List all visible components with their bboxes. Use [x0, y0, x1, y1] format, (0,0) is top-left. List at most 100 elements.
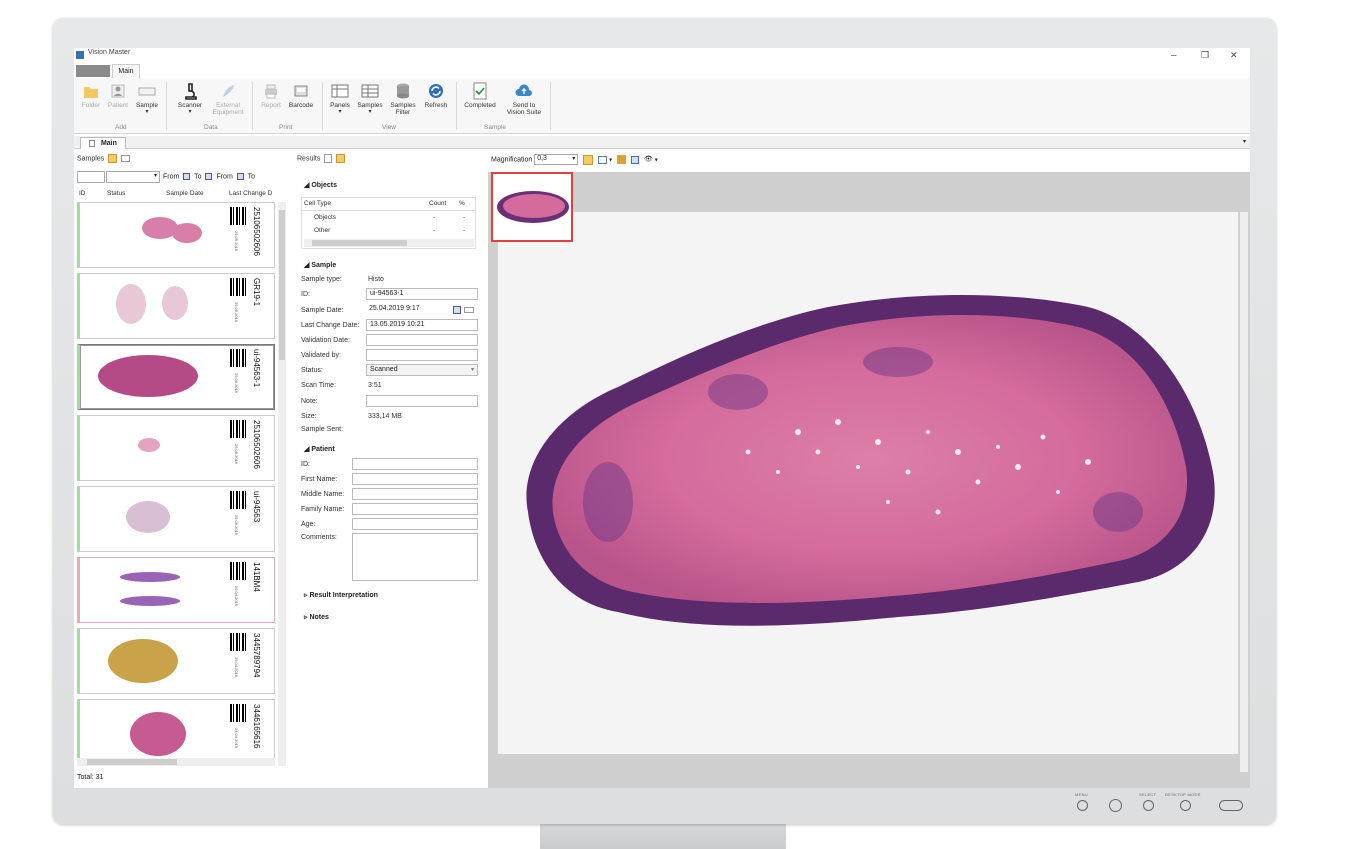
chevron-down-icon[interactable]: ▾ — [655, 157, 658, 163]
sample-label: Sample — [135, 102, 159, 109]
eye-icon[interactable]: 👁 — [644, 155, 653, 163]
external-equipment-button[interactable]: External Equipment — [208, 82, 248, 116]
region-tool-icon[interactable] — [598, 155, 608, 164]
column-sample-date[interactable]: Sample Date — [166, 190, 204, 197]
slide-thumbnail-navigator[interactable] — [491, 172, 573, 242]
restore-button[interactable]: ❐ — [1201, 50, 1209, 61]
list-view-icon[interactable] — [336, 154, 346, 163]
file-menu-tab[interactable] — [76, 65, 110, 77]
bezel-select-label: SELECT — [1139, 792, 1157, 797]
filter-icon[interactable] — [108, 154, 118, 163]
send-to-vision-suite-label: Send to Vision Suite — [506, 102, 542, 116]
first-name-field[interactable] — [352, 473, 478, 485]
middle-name-field[interactable] — [352, 488, 478, 500]
objects-section-toggle[interactable]: ◢ Objects — [304, 181, 337, 189]
calendar-icon[interactable] — [205, 173, 213, 180]
scrollbar-thumb[interactable] — [279, 210, 285, 360]
note-field[interactable] — [366, 395, 478, 407]
slide-viewport[interactable] — [488, 172, 1250, 788]
comments-field[interactable] — [352, 533, 478, 581]
sample-card[interactable]: ui-94563 25.05.2019 — [77, 486, 275, 552]
chevron-down-icon[interactable]: ▾ — [609, 157, 612, 163]
tab-main-document[interactable]: Main — [80, 137, 126, 149]
grid-col-percent[interactable]: % — [459, 200, 465, 207]
report-view-icon[interactable] — [324, 154, 333, 163]
qr-code-icon — [230, 562, 248, 580]
title-bar: Vision Master – ❐ ✕ — [74, 48, 1250, 64]
completed-button[interactable]: Completed — [460, 82, 500, 109]
patient-button[interactable]: Patient — [104, 82, 132, 109]
sample-card[interactable]: ui-94563-1 25.05.2019 — [77, 344, 275, 410]
sample-list-hscrollbar[interactable] — [77, 758, 275, 766]
sample-card[interactable]: 141BM4 25.04.2019 — [77, 557, 275, 623]
samples-view-button[interactable]: Samples ▾ — [354, 82, 386, 116]
barcode-button[interactable]: Barcode — [286, 82, 316, 109]
validated-by-field[interactable] — [366, 349, 478, 361]
close-button[interactable]: ✕ — [1230, 50, 1238, 61]
grid-row-other[interactable]: Other — [314, 227, 330, 234]
column-status[interactable]: Status — [107, 190, 125, 197]
sample-card[interactable]: 25106502606 25.05.2019 — [77, 202, 275, 268]
refresh-button[interactable]: Refresh — [422, 82, 450, 109]
send-to-vision-suite-button[interactable]: Send to Vision Suite — [502, 82, 546, 116]
status-select[interactable]: Scanned ▾ — [366, 364, 478, 376]
slide-canvas[interactable] — [498, 212, 1238, 754]
validation-date-field[interactable] — [366, 334, 478, 346]
clear-date-icon[interactable] — [464, 307, 474, 313]
magnification-select[interactable]: 0,3 ▾ — [534, 154, 579, 165]
patient-id-field[interactable] — [352, 458, 478, 470]
grid-col-count[interactable]: Count — [429, 200, 446, 207]
viewer-scrollbar[interactable] — [1240, 212, 1248, 772]
result-interpretation-toggle[interactable]: ▹ Result Interpretation — [304, 591, 378, 599]
sample-thumbnail — [138, 438, 160, 452]
calendar-icon[interactable] — [453, 306, 461, 314]
list-view-icon[interactable] — [121, 155, 131, 162]
samples-filter-button[interactable]: Samples Filter — [386, 82, 420, 116]
first-name-label: First Name: — [301, 476, 338, 483]
id-field[interactable]: ui-94563-1 — [366, 288, 478, 300]
age-field[interactable] — [352, 518, 478, 530]
snapshot-icon[interactable] — [630, 155, 639, 164]
calendar-icon[interactable] — [183, 173, 191, 180]
sample-section-title: Sample — [311, 262, 337, 269]
bezel-button-1[interactable] — [1077, 800, 1088, 811]
tabs-dropdown-icon[interactable]: ▾ — [1243, 138, 1246, 145]
grid-col-cell-type[interactable]: Cell Type — [304, 200, 331, 207]
sample-card[interactable]: GR19-1 25.05.2019 — [77, 273, 275, 339]
hscrollbar-thumb[interactable] — [87, 759, 177, 765]
sample-card[interactable]: 25106502606 25.05.2019 — [77, 415, 275, 481]
status-filter-select[interactable]: ▾ — [106, 171, 160, 183]
panels-button[interactable]: Panels ▾ — [326, 82, 354, 116]
sample-card[interactable]: 3446165616 24.04.2019 — [77, 699, 275, 765]
grid-hscrollbar[interactable] — [304, 239, 474, 247]
group-sample-label: Sample — [484, 124, 507, 131]
last-change-field[interactable]: 13.05.2019 10:21 — [366, 319, 478, 331]
scan-time-value: 3:51 — [368, 382, 382, 389]
id-filter-input[interactable] — [77, 171, 105, 183]
patient-section-toggle[interactable]: ◢ Patient — [304, 445, 335, 453]
column-id[interactable]: ID — [79, 190, 86, 197]
column-last-change[interactable]: Last Change D — [229, 190, 272, 197]
tab-main[interactable]: Main — [112, 64, 140, 78]
power-button[interactable] — [1219, 800, 1243, 811]
sample-button[interactable]: Sample ▾ — [132, 82, 162, 116]
family-name-label: Family Name: — [301, 506, 345, 513]
group-add-label: Add — [115, 124, 127, 131]
folder-button[interactable]: Folder — [78, 82, 104, 109]
bezel-button-2[interactable] — [1109, 799, 1122, 812]
pan-tool-icon[interactable] — [583, 154, 594, 165]
bezel-button-4[interactable] — [1180, 800, 1191, 811]
grid-row-objects[interactable]: Objects — [314, 214, 336, 221]
sample-list-scrollbar[interactable] — [278, 202, 286, 766]
annotation-tool-icon[interactable] — [617, 155, 627, 164]
sample-section-toggle[interactable]: ◢ Sample — [304, 261, 336, 269]
report-button[interactable]: Report — [256, 82, 286, 109]
family-name-field[interactable] — [352, 503, 478, 515]
bezel-button-3[interactable] — [1143, 800, 1154, 811]
refresh-icon — [429, 84, 443, 98]
scanner-button[interactable]: Scanner ▾ — [172, 82, 208, 116]
sample-card[interactable]: 3445789794 25.04.2019 — [77, 628, 275, 694]
calendar-icon[interactable] — [236, 173, 244, 180]
notes-toggle[interactable]: ▹ Notes — [304, 613, 329, 621]
minimize-button[interactable]: – — [1171, 50, 1177, 61]
